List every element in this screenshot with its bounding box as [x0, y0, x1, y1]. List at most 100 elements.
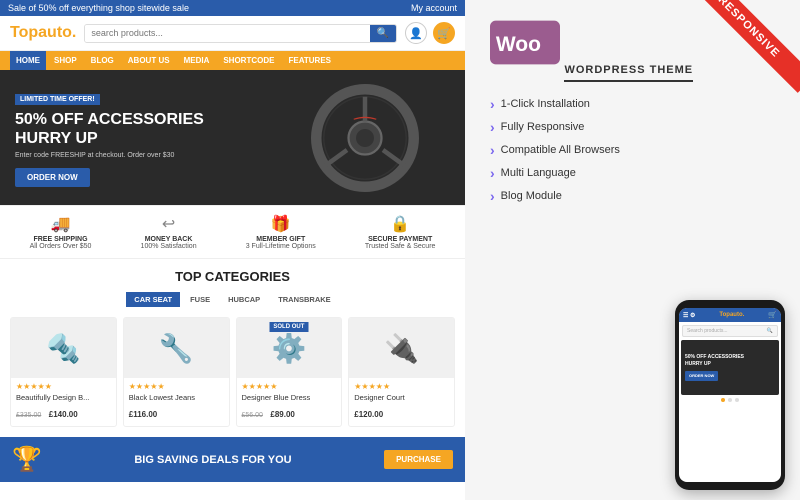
nav-blog[interactable]: BLOG — [85, 51, 120, 70]
product-name-1: Beautifully Design B... — [16, 393, 111, 402]
dot-1 — [721, 398, 725, 402]
announce-right: My account — [411, 3, 457, 13]
feature-shipping-title: FREE SHIPPING — [33, 236, 87, 243]
header-icons: 👤 🛒 — [405, 22, 455, 44]
product-price-3: £56.00 £89.00 — [242, 404, 337, 422]
phone-cart-icon: 🛒 — [768, 311, 777, 319]
feature-shipping: 🚚 FREE SHIPPING All Orders Over $50 — [30, 214, 92, 250]
feature-payment-title: SECURE PAYMENT — [368, 236, 432, 243]
theme-label: WORDPRESS THEME — [564, 64, 693, 82]
website-preview: Sale of 50% off everything shop sitewide… — [0, 0, 465, 500]
announce-left: Sale of 50% off everything shop sitewide… — [8, 3, 189, 13]
feature-moneyback-desc: 100% Satisfaction — [141, 243, 197, 250]
features-list: 1-Click Installation Fully Responsive Co… — [490, 96, 775, 204]
svg-text:Woo: Woo — [496, 33, 541, 56]
features-bar: 🚚 FREE SHIPPING All Orders Over $50 ↩ MO… — [0, 205, 465, 259]
feature-gift-desc: 3 Full-Lifetime Options — [246, 243, 316, 250]
hero-content: LIMITED TIME OFFER! 50% OFF ACCESSORIES … — [0, 73, 219, 202]
sold-out-badge: SOLD OUT — [269, 322, 308, 332]
account-icon[interactable]: 👤 — [405, 22, 427, 44]
feature-payment-desc: Trusted Safe & Secure — [365, 243, 436, 250]
hero-cta-button[interactable]: ORDER NOW — [15, 168, 90, 187]
feature-item-2: Fully Responsive — [490, 119, 775, 135]
product-stars-1: ★★★★★ — [16, 382, 111, 391]
phone-header: ☰ ⚙ Topauto. 🛒 — [679, 308, 781, 322]
nav-about[interactable]: ABOUT US — [122, 51, 176, 70]
product-name-2: Black Lowest Jeans — [129, 393, 224, 402]
hero-image — [285, 78, 445, 198]
product-info-1: ★★★★★ Beautifully Design B... £335.00 £1… — [11, 378, 116, 426]
product-stars-3: ★★★★★ — [242, 382, 337, 391]
product-new-price-3: £89.00 — [270, 410, 294, 419]
feature-gift: 🎁 MEMBER GIFT 3 Full-Lifetime Options — [246, 214, 316, 250]
search-input[interactable] — [85, 25, 369, 42]
bottom-promo: 🏆 BIG SAVING DEALS FOR YOU PURCHASE — [0, 437, 465, 482]
site-nav: HOME SHOP BLOG ABOUT US MEDIA SHORTCODE … — [0, 51, 465, 70]
product-image-3: ⚙️ SOLD OUT — [237, 318, 342, 378]
search-button[interactable]: 🔍 — [370, 25, 396, 42]
promo-icon: 🏆 — [12, 445, 42, 474]
product-stars-2: ★★★★★ — [129, 382, 224, 391]
nav-media[interactable]: MEDIA — [178, 51, 216, 70]
responsive-ribbon: RESPONSIVE — [684, 0, 800, 93]
promo-text: BIG SAVING DEALS FOR YOU — [134, 454, 291, 466]
woo-logo: Woo — [490, 20, 560, 65]
moneyback-icon: ↩ — [162, 214, 175, 234]
product-image-4: 🔌 — [349, 318, 454, 378]
product-image-2: 🔧 — [124, 318, 229, 378]
shipping-icon: 🚚 — [51, 214, 71, 234]
phone-search: Search products... 🔍 — [682, 325, 778, 337]
phone-site-logo: Topauto. — [719, 312, 744, 318]
nav-home[interactable]: HOME — [10, 51, 46, 70]
hero-section: LIMITED TIME OFFER! 50% OFF ACCESSORIES … — [0, 70, 465, 205]
feature-item-3: Compatible All Browsers — [490, 142, 775, 158]
product-new-price-2: £116.00 — [129, 410, 157, 419]
announce-bar: Sale of 50% off everything shop sitewide… — [0, 0, 465, 16]
feature-payment: 🔒 SECURE PAYMENT Trusted Safe & Secure — [365, 214, 436, 250]
nav-shortcode[interactable]: SHORTCODE — [217, 51, 280, 70]
dot-2 — [728, 398, 732, 402]
nav-shop[interactable]: SHOP — [48, 51, 83, 70]
feature-moneyback: ↩ MONEY BACK 100% Satisfaction — [141, 214, 197, 250]
phone-hero-btn: ORDER NOW — [685, 371, 718, 381]
product-old-price-3: £56.00 — [242, 412, 263, 419]
product-image-1: 🔩 — [11, 318, 116, 378]
categories-section: TOP CATEGORIES CAR SEAT FUSE HUBCAP TRAN… — [0, 259, 465, 437]
product-info-4: ★★★★★ Designer Court £120.00 — [349, 378, 454, 426]
category-tabs: CAR SEAT FUSE HUBCAP TRANSBRAKE — [10, 292, 455, 307]
phone-dots — [679, 398, 781, 402]
product-card-1: 🔩 ★★★★★ Beautifully Design B... £335.00 … — [10, 317, 117, 427]
site-logo: Topauto. — [10, 24, 76, 42]
tab-transbrake[interactable]: TRANSBRAKE — [270, 292, 339, 307]
right-panel: RESPONSIVE Woo WORDPRESS THEME 1-Click I… — [465, 0, 800, 500]
section-title: TOP CATEGORIES — [10, 269, 455, 284]
nav-features[interactable]: FEATURES — [282, 51, 337, 70]
hero-badge: LIMITED TIME OFFER! — [15, 94, 100, 105]
product-name-3: Designer Blue Dress — [242, 393, 337, 402]
feature-gift-title: MEMBER GIFT — [256, 236, 305, 243]
dot-3 — [735, 398, 739, 402]
product-old-price-1: £335.00 — [16, 412, 41, 419]
tab-fuse[interactable]: FUSE — [182, 292, 218, 307]
tab-car-seat[interactable]: CAR SEAT — [126, 292, 180, 307]
promo-button[interactable]: PURCHASE — [384, 450, 453, 469]
payment-icon: 🔒 — [390, 214, 410, 234]
feature-item-1: 1-Click Installation — [490, 96, 775, 112]
phone-screen: ☰ ⚙ Topauto. 🛒 Search products... 🔍 50% … — [679, 308, 781, 482]
product-card-2: 🔧 ★★★★★ Black Lowest Jeans £116.00 — [123, 317, 230, 427]
product-price-4: £120.00 — [354, 404, 449, 422]
phone-hero-text: 50% OFF ACCESSORIES HURRY UP ORDER NOW — [685, 354, 744, 381]
product-grid: 🔩 ★★★★★ Beautifully Design B... £335.00 … — [10, 317, 455, 427]
product-card-3: ⚙️ SOLD OUT ★★★★★ Designer Blue Dress £5… — [236, 317, 343, 427]
hero-code: Enter code FREESHIP at checkout. Order o… — [15, 152, 204, 159]
cart-icon[interactable]: 🛒 — [433, 22, 455, 44]
tab-hubcap[interactable]: HUBCAP — [220, 292, 268, 307]
product-card-4: 🔌 ★★★★★ Designer Court £120.00 — [348, 317, 455, 427]
phone-logo: ☰ ⚙ — [683, 312, 695, 319]
phone-hero: 50% OFF ACCESSORIES HURRY UP ORDER NOW — [681, 340, 779, 395]
product-info-3: ★★★★★ Designer Blue Dress £56.00 £89.00 — [237, 378, 342, 426]
product-new-price-4: £120.00 — [354, 410, 383, 419]
feature-shipping-desc: All Orders Over $50 — [30, 243, 92, 250]
feature-item-5: Blog Module — [490, 188, 775, 204]
product-price-2: £116.00 — [129, 404, 224, 422]
